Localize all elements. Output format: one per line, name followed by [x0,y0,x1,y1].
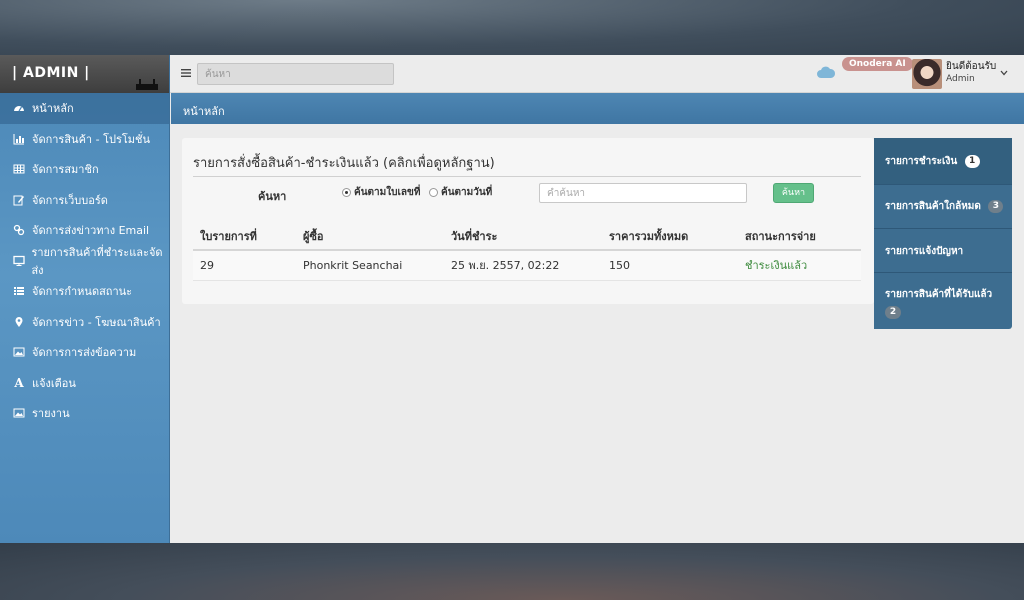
link-icon [12,224,26,236]
sidebar: | ADMIN | หน้าหลัก จัดการสินค้า - โปรโมช… [0,55,170,543]
sidebar-item-paid-shipped[interactable]: รายการสินค้าที่ชำระและจัดส่ง [0,246,169,277]
chevron-down-icon[interactable] [1000,70,1008,76]
sidebar-item-notifications[interactable]: A แจ้งเตือน [0,368,169,399]
tab-low-stock[interactable]: รายการสินค้าใกล้หมด 3 [874,185,1012,229]
search-button[interactable]: ค้นหา [773,183,814,203]
sidebar-item-label: จัดการสมาชิก [32,163,99,177]
dashboard-icon [12,102,26,114]
sidebar-item-label: จัดการข่าว - โฆษณาสินค้า [32,315,161,329]
sidebar-item-products-promotions[interactable]: จัดการสินค้า - โปรโมชั่น [0,124,169,155]
sidebar-item-news-ads[interactable]: จัดการข่าว - โฆษณาสินค้า [0,307,169,338]
sidebar-item-label: รายการสินค้าที่ชำระและจัดส่ง [31,245,163,277]
avatar[interactable] [912,59,942,89]
monitor-icon [12,255,25,267]
col-invoice-no: ใบรายการที่ [193,222,296,251]
panel-title: รายการสั่งซื้อสินค้า-ชำระเงินแล้ว (คลิกเ… [193,156,495,171]
tab-payments[interactable]: รายการชำระเงิน 1 [874,138,1012,185]
sidebar-item-label: รายงาน [32,407,70,421]
col-total-price: ราคารวมทั้งหมด [602,222,738,251]
picture-icon [12,407,26,419]
sidebar-item-messages[interactable]: จัดการการส่งข้อความ [0,337,169,368]
orders-table: ใบรายการที่ ผู้ซื้อ วันที่ชำระ ราคารวมทั… [193,222,861,281]
table-icon [12,163,26,175]
radio-search-by-date[interactable]: ค้นตามวันที่ [429,185,492,200]
sidebar-item-label: แจ้งเตือน [32,376,76,390]
router-icon [136,79,158,90]
tab-label: รายการสินค้าใกล้หมด [885,201,981,212]
brand-badge: Onodera AI [842,57,913,71]
radio-dot [429,188,438,197]
right-tabs: รายการชำระเงิน 1 รายการสินค้าใกล้หมด 3 ร… [874,138,1012,329]
font-icon: A [14,375,24,390]
col-buyer: ผู้ซื้อ [296,222,444,251]
edit-icon [12,194,26,206]
tab-received-products[interactable]: รายการสินค้าที่ได้รับแล้ว 2 [874,273,1012,329]
count-badge: 1 [964,154,980,168]
hamburger-menu-icon[interactable] [180,67,192,79]
radio-label: ค้นตามใบเลขที่ [354,187,421,198]
tab-label: รายการสินค้าที่ได้รับแล้ว [885,289,993,300]
table-row[interactable]: 29 Phonkrit Seanchai 25 พ.ย. 2557, 02:22… [193,250,861,281]
sidebar-menu: หน้าหลัก จัดการสินค้า - โปรโมชั่น จัดการ… [0,93,169,429]
col-payment-status: สถานะการจ่าย [738,222,861,251]
user-role: Admin [946,74,975,84]
keyword-search-input[interactable] [539,183,747,203]
desktop-background-top [0,0,1024,55]
table-header-row: ใบรายการที่ ผู้ซื้อ วันที่ชำระ ราคารวมทั… [193,222,861,251]
paid-orders-panel: รายการสั่งซื้อสินค้า-ชำระเงินแล้ว (คลิกเ… [182,138,874,304]
cell-paid-date: 25 พ.ย. 2557, 02:22 [444,250,602,281]
topbar: Onodera AI ยินดีต้อนรับ Admin [170,55,1024,93]
picture-icon [12,346,26,358]
sidebar-item-webboard[interactable]: จัดการเว็บบอร์ด [0,185,169,216]
sidebar-item-label: จัดการเว็บบอร์ด [32,193,108,207]
radio-search-by-invoice[interactable]: ค้นตามใบเลขที่ [342,185,420,200]
sidebar-item-label: จัดการการส่งข้อความ [32,346,137,360]
admin-app: | ADMIN | หน้าหลัก จัดการสินค้า - โปรโมช… [0,55,1024,543]
cloud-icon[interactable] [816,65,836,79]
welcome-text: ยินดีต้อนรับ [946,61,997,72]
search-label: ค้นหา [258,190,287,203]
breadcrumb-home[interactable]: หน้าหลัก [183,102,225,120]
cell-invoice-no: 29 [193,250,296,281]
tab-label: รายการชำระเงิน [885,156,958,167]
sidebar-item-reports[interactable]: รายงาน [0,398,169,429]
cell-total-price: 150 [602,250,738,281]
admin-logo[interactable]: | ADMIN | [12,65,90,81]
desktop-background-bottom [0,543,1024,600]
sidebar-item-label: จัดการสินค้า - โปรโมชั่น [32,132,151,146]
sidebar-item-label: จัดการส่งข่าวทาง Email [32,224,150,238]
breadcrumb: หน้าหลัก [171,93,1024,124]
count-badge: 2 [885,306,901,319]
radio-dot [342,188,351,197]
cell-buyer: Phonkrit Seanchai [296,250,444,281]
sidebar-item-label: หน้าหลัก [32,102,74,116]
sidebar-item-members[interactable]: จัดการสมาชิก [0,154,169,185]
count-badge: 3 [988,199,1004,213]
cell-payment-status: ชำระเงินแล้ว [738,250,861,281]
sidebar-item-email-news[interactable]: จัดการส่งข่าวทาง Email [0,215,169,246]
list-icon [12,285,26,297]
map-marker-icon [12,316,26,328]
sidebar-item-label: จัดการกำหนดสถานะ [32,285,133,299]
top-search-input[interactable] [197,63,394,85]
sidebar-item-home[interactable]: หน้าหลัก [0,93,169,124]
logo-bar: | ADMIN | [0,55,169,93]
user-welcome[interactable]: ยินดีต้อนรับ Admin [946,61,996,85]
radio-label: ค้นตามวันที่ [441,187,493,198]
divider [193,176,861,177]
bar-chart-icon [12,133,26,145]
sidebar-item-status-config[interactable]: จัดการกำหนดสถานะ [0,276,169,307]
tab-label: รายการแจ้งปัญหา [885,246,964,257]
tab-issue-reports[interactable]: รายการแจ้งปัญหา [874,229,1012,273]
col-paid-date: วันที่ชำระ [444,222,602,251]
